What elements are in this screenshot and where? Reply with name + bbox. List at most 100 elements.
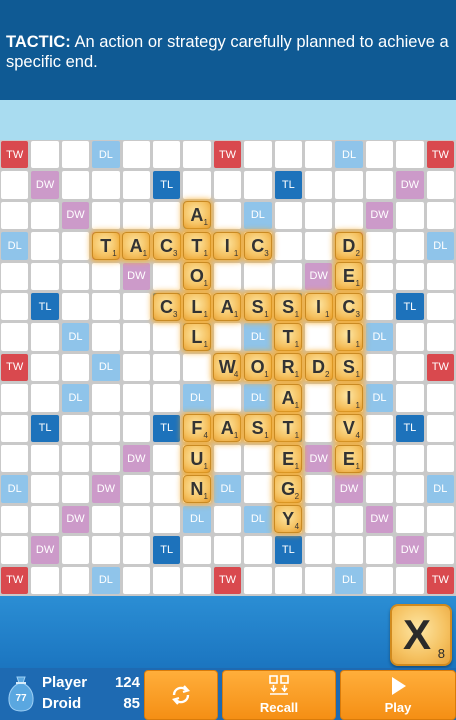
board-square[interactable] — [92, 293, 120, 321]
premium-square-tw[interactable]: TW — [426, 353, 454, 382]
letter-tile[interactable]: I1 — [334, 322, 363, 351]
board-square[interactable] — [396, 475, 424, 503]
premium-square-dl[interactable]: DL — [183, 384, 211, 412]
board-square[interactable] — [396, 445, 424, 473]
board-square[interactable] — [274, 232, 302, 260]
premium-square-dw[interactable]: DW — [122, 445, 150, 473]
board-square[interactable] — [31, 262, 59, 290]
board-square[interactable] — [122, 384, 150, 412]
board-square[interactable] — [426, 171, 454, 199]
board-square[interactable] — [305, 384, 333, 412]
board-square[interactable] — [244, 566, 272, 594]
premium-square-dl[interactable]: DL — [335, 141, 363, 169]
premium-square-tl[interactable]: TL — [31, 414, 59, 442]
letter-tile[interactable]: L1 — [182, 292, 211, 321]
premium-square-tl[interactable]: TL — [274, 536, 302, 564]
board-square[interactable] — [396, 384, 424, 412]
premium-square-tl[interactable]: TL — [31, 293, 59, 321]
premium-square-tw[interactable]: TW — [1, 566, 29, 594]
premium-square-tl[interactable]: TL — [153, 414, 181, 442]
premium-square-dw[interactable]: DW — [365, 201, 394, 230]
premium-square-dw[interactable]: DW — [305, 262, 333, 290]
letter-tile[interactable]: A1 — [182, 201, 211, 230]
letter-tile[interactable]: R1 — [274, 353, 303, 382]
board-square[interactable] — [61, 475, 90, 503]
premium-square-dw[interactable]: DW — [31, 171, 59, 199]
letter-tile[interactable]: U1 — [182, 444, 211, 473]
board-square[interactable] — [153, 201, 181, 230]
premium-square-dw[interactable]: DW — [122, 262, 150, 290]
letter-tile[interactable]: D2 — [304, 353, 333, 382]
board-square[interactable] — [183, 536, 211, 564]
premium-square-tw[interactable]: TW — [1, 353, 29, 382]
board-square[interactable] — [426, 293, 454, 321]
board-square[interactable] — [1, 171, 29, 199]
board-square[interactable] — [122, 414, 150, 442]
board-square[interactable] — [1, 384, 29, 412]
premium-square-dw[interactable]: DW — [365, 505, 394, 534]
board-square[interactable] — [31, 445, 59, 473]
board-square[interactable] — [426, 384, 454, 412]
board-square[interactable] — [305, 505, 333, 534]
board-square[interactable] — [305, 141, 333, 169]
premium-square-dw[interactable]: DW — [396, 171, 424, 199]
board-square[interactable] — [92, 262, 120, 290]
letter-tile[interactable]: G2 — [274, 474, 303, 503]
letter-tile[interactable]: C3 — [152, 292, 181, 321]
board-square[interactable] — [274, 262, 302, 290]
premium-square-dw[interactable]: DW — [305, 445, 333, 473]
board-square[interactable] — [92, 323, 120, 351]
letter-tile[interactable]: S1 — [243, 292, 272, 321]
board-square[interactable] — [61, 141, 90, 169]
board-square[interactable] — [213, 536, 242, 564]
board-square[interactable] — [122, 323, 150, 351]
board-square[interactable] — [274, 201, 302, 230]
board-square[interactable] — [213, 171, 242, 199]
letter-tile[interactable]: O1 — [182, 262, 211, 291]
board-square[interactable] — [1, 293, 29, 321]
board-square[interactable] — [365, 414, 394, 442]
letter-tile[interactable]: T1 — [274, 322, 303, 351]
premium-square-dl[interactable]: DL — [213, 475, 242, 503]
board-square[interactable] — [92, 201, 120, 230]
board-square[interactable] — [396, 141, 424, 169]
board-square[interactable] — [305, 536, 333, 564]
board-square[interactable] — [426, 414, 454, 442]
board-square[interactable] — [365, 232, 394, 260]
board-square[interactable] — [1, 201, 29, 230]
board-square[interactable] — [244, 536, 272, 564]
letter-tile[interactable]: E1 — [334, 262, 363, 291]
board-square[interactable] — [61, 445, 90, 473]
board-square[interactable] — [213, 323, 242, 351]
letter-tile[interactable]: C3 — [243, 231, 272, 260]
board-square[interactable] — [61, 353, 90, 382]
letter-tile[interactable]: T1 — [182, 231, 211, 260]
board-square[interactable] — [396, 262, 424, 290]
board-square[interactable] — [1, 323, 29, 351]
premium-square-tw[interactable]: TW — [213, 141, 242, 169]
board-square[interactable] — [1, 414, 29, 442]
board-square[interactable] — [31, 505, 59, 534]
premium-square-dw[interactable]: DW — [396, 536, 424, 564]
board-square[interactable] — [365, 445, 394, 473]
letter-tile[interactable]: T1 — [91, 231, 120, 260]
board-square[interactable] — [365, 141, 394, 169]
board-square[interactable] — [213, 201, 242, 230]
premium-square-tl[interactable]: TL — [153, 171, 181, 199]
board-square[interactable] — [365, 353, 394, 382]
board-square[interactable] — [1, 262, 29, 290]
letter-tile[interactable]: A1 — [213, 414, 242, 443]
board-square[interactable] — [153, 323, 181, 351]
letter-tile[interactable]: S1 — [334, 353, 363, 382]
board-square[interactable] — [1, 536, 29, 564]
letter-tile[interactable]: A1 — [213, 292, 242, 321]
board-square[interactable] — [31, 566, 59, 594]
play-button[interactable]: Play — [340, 670, 456, 720]
premium-square-dl[interactable]: DL — [365, 323, 394, 351]
rack-tile[interactable]: X 8 — [390, 604, 452, 666]
board-square[interactable] — [335, 201, 363, 230]
board-square[interactable] — [305, 232, 333, 260]
premium-square-tl[interactable]: TL — [396, 414, 424, 442]
board-square[interactable] — [244, 475, 272, 503]
board-square[interactable] — [153, 353, 181, 382]
